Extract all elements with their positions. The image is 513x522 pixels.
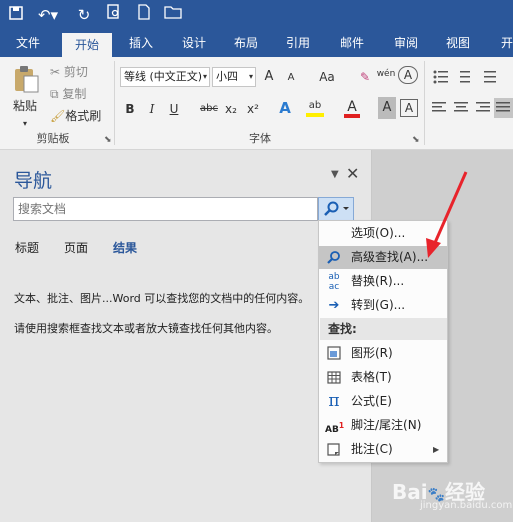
brush-icon: 🖌 [50, 109, 66, 123]
menu-item-label: 转到(G)... [351, 298, 406, 312]
pi-icon: π [328, 391, 340, 411]
menu-item-graphics[interactable]: 图形(R) [319, 342, 447, 365]
tab-mailings[interactable]: 邮件 [330, 30, 374, 57]
table-icon [325, 366, 343, 389]
strikethrough-button[interactable]: abc [198, 98, 220, 120]
search-button[interactable] [318, 197, 354, 221]
comment-icon [325, 438, 343, 461]
format-painter-label: 格式刷 [65, 109, 102, 123]
chevron-right-icon: ▶ [433, 445, 440, 454]
undo-icon[interactable]: ↶▾ [34, 4, 62, 26]
watermark-url: jingyan.baidu.com [420, 500, 513, 511]
font-color-icon[interactable]: A [344, 96, 360, 118]
change-case-button[interactable]: Aa [312, 66, 342, 88]
tab-developer[interactable]: 开 [492, 30, 513, 57]
menu-item-tables[interactable]: 表格(T) [319, 366, 447, 389]
menu-item-label: 批注(C) [351, 442, 393, 456]
ribbon-tabs: 文件 开始 插入 设计 布局 引用 邮件 审阅 视图 开 [0, 30, 513, 57]
menu-item-label: 高级查找(A)... [351, 250, 429, 264]
subscript-button[interactable]: x₂ [222, 98, 240, 120]
paragraph-list-icons[interactable] [432, 67, 512, 87]
bold-button[interactable]: B [122, 98, 138, 120]
font-expand-icon[interactable]: ⬊ [412, 135, 420, 145]
graphics-icon [325, 342, 343, 365]
arrow-right-icon: ➔ [328, 298, 340, 313]
tab-references[interactable]: 引用 [276, 30, 320, 57]
italic-button[interactable]: I [144, 98, 160, 120]
shrink-font-icon[interactable]: A [284, 67, 298, 89]
paste-icon[interactable] [12, 65, 40, 95]
char-border-icon[interactable]: A [400, 99, 418, 117]
menu-item-label: 公式(E) [351, 394, 392, 408]
quick-access-toolbar: ↶▾ ↻ [0, 0, 513, 30]
grow-font-icon[interactable]: A [262, 66, 276, 88]
copy-label: 复制 [62, 87, 87, 101]
enclose-char-icon[interactable]: A [398, 66, 418, 84]
menu-item-label: 脚注/尾注(N) [351, 418, 422, 432]
replace-icon: ab ac [328, 272, 340, 292]
underline-button[interactable]: U [166, 98, 182, 120]
menu-item-footnotes[interactable]: AB1 脚注/尾注(N) [319, 414, 447, 437]
tab-results[interactable]: 结果 [113, 239, 137, 256]
tab-design[interactable]: 设计 [172, 30, 216, 57]
menu-item-label: 选项(O)... [351, 226, 406, 240]
nav-title: 导航 [14, 170, 53, 192]
tab-review[interactable]: 审阅 [384, 30, 428, 57]
clear-format-icon[interactable]: ✎ [356, 66, 374, 88]
tab-pages[interactable]: 页面 [64, 239, 88, 256]
menu-item-replace[interactable]: ab ac 替换(R)... [319, 270, 447, 293]
highlight-icon[interactable]: ab [306, 95, 324, 117]
menu-item-equations[interactable]: π 公式(E) [319, 390, 447, 413]
menu-item-label: 表格(T) [351, 370, 392, 384]
search-input[interactable] [13, 197, 318, 221]
tab-file[interactable]: 文件 [6, 30, 50, 57]
menu-item-options[interactable]: 选项(O)... [319, 222, 447, 245]
results-hint-text-2: 请使用搜索框查找文本或者放大镜查找任何其他内容。 [14, 322, 278, 335]
group-divider [424, 61, 425, 145]
close-icon[interactable]: ✕ [346, 164, 359, 183]
text-effects-icon[interactable]: A [276, 97, 294, 119]
chevron-down-icon[interactable]: ▾ [246, 66, 256, 88]
print-preview-icon[interactable] [104, 4, 124, 26]
group-label-clipboard: 剪贴板 [36, 132, 70, 145]
menu-item-label: 图形(R) [351, 346, 393, 360]
search-options-menu: 选项(O)... 高级查找(A)... ab ac 替换(R)... ➔ 转到(G… [318, 220, 448, 463]
menu-section-find: 查找: [320, 318, 447, 340]
cut-label: 剪切 [63, 65, 88, 79]
redo-icon[interactable]: ↻ [74, 4, 94, 26]
nav-options-dropdown-icon[interactable]: ▼ [331, 169, 339, 180]
tab-insert[interactable]: 插入 [118, 30, 164, 57]
results-hint-text: 文本、批注、图片...Word 可以查找您的文档中的任何内容。 [14, 292, 310, 305]
tab-layout[interactable]: 布局 [224, 30, 268, 57]
cut-button[interactable]: ✂ 剪切 [50, 61, 98, 83]
search-icon [325, 246, 343, 269]
group-divider [114, 61, 115, 145]
scissors-icon: ✂ [50, 65, 61, 79]
menu-item-label: 替换(R)... [351, 274, 405, 288]
tab-view[interactable]: 视图 [436, 30, 480, 57]
menu-item-goto[interactable]: ➔ 转到(G)... [319, 294, 447, 317]
clipboard-expand-icon[interactable]: ⬊ [104, 135, 112, 145]
menu-item-comments[interactable]: 批注(C) ▶ [319, 438, 447, 461]
menu-item-advanced-find[interactable]: 高级查找(A)... [319, 246, 447, 269]
phonetic-guide-icon[interactable]: wén [376, 63, 396, 85]
open-folder-icon[interactable] [160, 4, 188, 26]
group-label-font: 字体 [249, 132, 271, 145]
chevron-down-icon[interactable]: ▾ [200, 66, 210, 88]
tab-home[interactable]: 开始 [62, 33, 112, 57]
format-painter-button[interactable]: 🖌格式刷 [50, 105, 106, 127]
superscript-button[interactable]: x² [244, 98, 262, 120]
tab-headings[interactable]: 标题 [15, 239, 39, 256]
font-name-select[interactable]: 等线 (中文正文) [120, 67, 210, 87]
footnote-icon: AB1 [325, 421, 345, 435]
copy-icon: ⧉ [50, 87, 59, 101]
char-shading-icon[interactable]: A [378, 97, 396, 119]
align-icons[interactable] [430, 97, 513, 119]
ribbon-home: 粘贴 ▾ ✂ 剪切 ⧉ 复制 🖌格式刷 剪贴板 ⬊ 等线 (中文正文) ▾ 小四… [0, 57, 513, 150]
copy-button[interactable]: ⧉ 复制 [50, 83, 98, 105]
new-doc-icon[interactable] [134, 4, 154, 26]
save-icon[interactable] [6, 4, 26, 26]
